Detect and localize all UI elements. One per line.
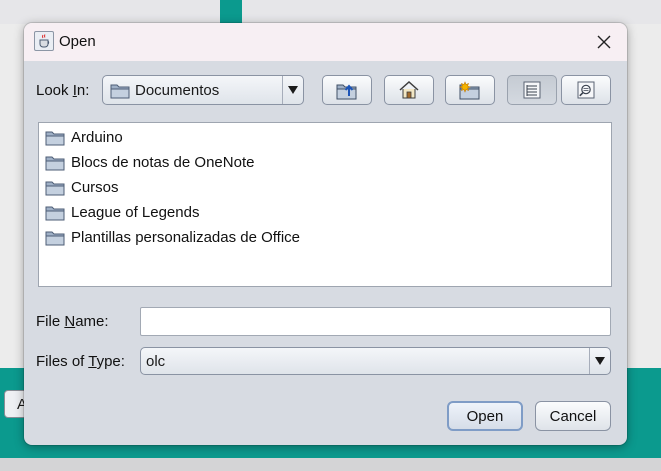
look-in-dropdown-arrow[interactable] (282, 76, 303, 104)
home-button[interactable] (384, 75, 434, 105)
list-item[interactable]: Arduino (45, 126, 123, 148)
look-in-combo[interactable]: Documentos (102, 75, 304, 105)
open-file-dialog: Open Look In: Documentos Arduino Blocs d… (24, 23, 627, 445)
java-cup-icon (34, 31, 54, 51)
file-name: Cursos (71, 178, 119, 196)
folder-icon (110, 82, 130, 103)
list-item[interactable]: Blocs de notas de OneNote (45, 151, 254, 173)
folder-icon (45, 179, 65, 196)
up-one-level-button[interactable] (322, 75, 372, 105)
cancel-button[interactable]: Cancel (535, 401, 611, 431)
file-name-label: File Name: (36, 313, 109, 330)
background-window-bottom (0, 458, 661, 471)
details-view-button[interactable] (561, 75, 611, 105)
open-button[interactable]: Open (447, 401, 523, 431)
background-window-top (0, 0, 661, 24)
files-of-type-label: Files of Type: (36, 353, 125, 370)
file-list[interactable]: Arduino Blocs de notas de OneNote Cursos Le… (38, 122, 612, 287)
home-icon (399, 80, 419, 99)
dialog-title: Open (59, 33, 96, 50)
look-in-label: Look In: (36, 82, 90, 99)
list-item[interactable]: Cursos (45, 176, 119, 198)
details-view-icon (577, 81, 595, 99)
new-folder-icon (459, 81, 480, 100)
files-of-type-value: olc (146, 353, 166, 370)
file-name: Blocs de notas de OneNote (71, 153, 255, 171)
close-button[interactable] (589, 27, 619, 57)
file-name: League of Legends (71, 203, 200, 221)
chevron-down-icon (595, 357, 605, 365)
list-view-button[interactable] (507, 75, 557, 105)
look-in-value: Documentos (135, 82, 220, 99)
file-name: Plantillas personalizadas de Office (71, 228, 301, 246)
list-view-icon (523, 81, 541, 99)
folder-icon (45, 204, 65, 221)
list-item[interactable]: League of Legends (45, 201, 199, 223)
chevron-down-icon (288, 86, 298, 94)
close-icon (597, 35, 611, 49)
folder-icon (45, 129, 65, 146)
files-of-type-combo[interactable]: olc (140, 347, 611, 375)
folder-icon (45, 229, 65, 246)
list-item[interactable]: Plantillas personalizadas de Office (45, 226, 300, 248)
files-of-type-dropdown-arrow[interactable] (589, 348, 610, 374)
folder-icon (45, 154, 65, 171)
file-name: Arduino (71, 128, 123, 146)
new-folder-button[interactable] (445, 75, 495, 105)
title-bar: Open (24, 23, 627, 61)
file-name-input[interactable] (140, 307, 611, 336)
folder-up-icon (336, 84, 357, 100)
